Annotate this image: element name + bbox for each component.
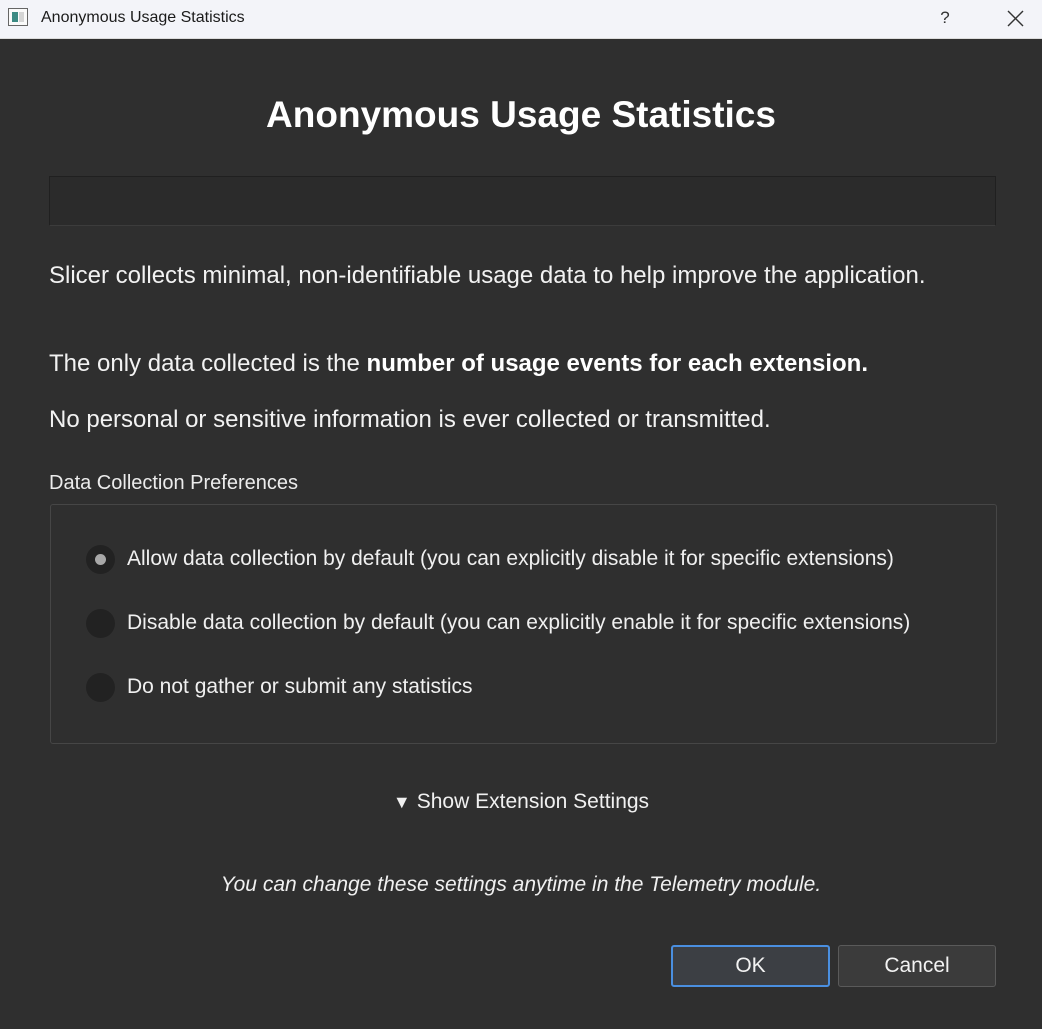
dialog-window: Anonymous Usage Statistics ? Anonymous U…: [0, 0, 1042, 1029]
title-bar[interactable]: Anonymous Usage Statistics ?: [0, 0, 1042, 39]
help-button[interactable]: ?: [926, 0, 964, 38]
triangle-down-icon: ▼: [392, 792, 411, 812]
show-extension-settings-toggle[interactable]: ▼ Show Extension Settings: [0, 790, 1042, 814]
radio-button[interactable]: [86, 609, 115, 638]
radio-label[interactable]: Allow data collection by default (you ca…: [127, 547, 894, 571]
close-button[interactable]: [992, 0, 1038, 38]
data-collected-prefix: The only data collected is the: [49, 350, 367, 377]
preferences-group-label: Data Collection Preferences: [49, 472, 299, 494]
dialog-heading: Anonymous Usage Statistics: [266, 94, 776, 135]
radio-button[interactable]: [86, 673, 115, 702]
privacy-paragraph: No personal or sensitive information is …: [49, 406, 771, 433]
settings-note: You can change these settings anytime in…: [220, 873, 822, 896]
radio-label[interactable]: Disable data collection by default (you …: [127, 611, 910, 635]
data-collected-paragraph: The only data collected is the number of…: [49, 348, 999, 380]
toggle-label: Show Extension Settings: [416, 790, 650, 813]
window-title: Anonymous Usage Statistics: [41, 9, 245, 26]
radio-label[interactable]: Do not gather or submit any statistics: [127, 675, 473, 699]
app-icon: [8, 8, 28, 26]
ok-button[interactable]: OK: [671, 945, 830, 987]
cancel-button[interactable]: Cancel: [838, 945, 996, 987]
close-icon: [1007, 10, 1024, 27]
data-collected-emphasis: number of usage events for each extensio…: [366, 350, 868, 377]
empty-frame: [49, 176, 996, 226]
intro-paragraph: Slicer collects minimal, non-identifiabl…: [49, 262, 926, 289]
radio-button-checked[interactable]: [86, 545, 115, 574]
